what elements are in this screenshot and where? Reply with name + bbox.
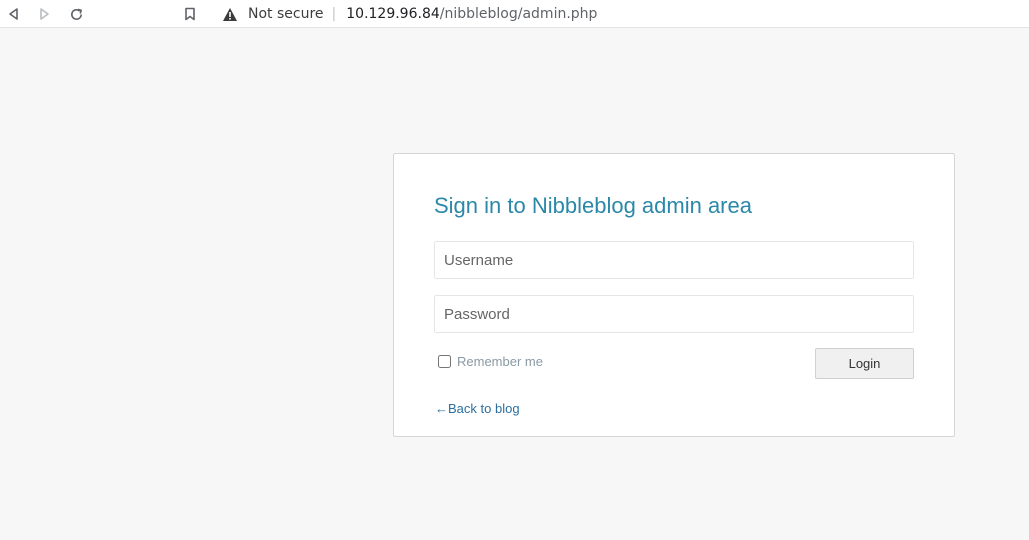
forward-button[interactable] xyxy=(34,4,54,24)
back-to-blog-link[interactable]: ←Back to blog xyxy=(435,401,520,416)
back-icon xyxy=(7,7,21,21)
login-button[interactable]: Login xyxy=(815,348,914,379)
reload-button[interactable] xyxy=(66,4,86,24)
bookmark-button[interactable] xyxy=(180,4,200,24)
url-host: 10.129.96.84 xyxy=(346,6,440,22)
login-card: Sign in to Nibbleblog admin area Remembe… xyxy=(393,153,955,437)
warning-icon[interactable] xyxy=(222,5,240,23)
remember-label: Remember me xyxy=(457,354,543,369)
address-bar[interactable]: Not secure | 10.129.96.84/nibbleblog/adm… xyxy=(212,0,597,28)
reload-icon xyxy=(69,7,84,22)
username-input[interactable] xyxy=(434,241,914,279)
security-label[interactable]: Not secure xyxy=(248,6,324,22)
bookmark-icon xyxy=(184,7,196,21)
back-button[interactable] xyxy=(4,4,24,24)
forward-icon xyxy=(37,7,51,21)
remember-checkbox[interactable] xyxy=(438,355,451,368)
remember-me[interactable]: Remember me xyxy=(438,354,543,369)
url-path: /nibbleblog/admin.php xyxy=(439,6,598,22)
login-title: Sign in to Nibbleblog admin area xyxy=(434,193,752,218)
url-separator: | xyxy=(331,6,337,22)
password-input[interactable] xyxy=(434,295,914,333)
browser-toolbar: Not secure | 10.129.96.84/nibbleblog/adm… xyxy=(0,0,1029,28)
